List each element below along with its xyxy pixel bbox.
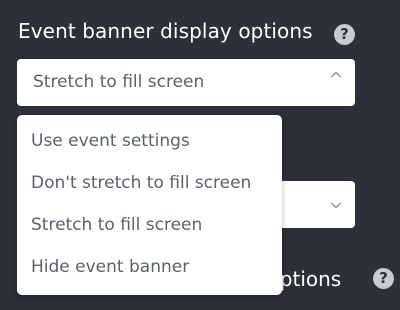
menu-item-stretch[interactable]: Stretch to fill screen: [31, 215, 202, 235]
dropdown-menu: Use event settings Don't stretch to fill…: [17, 115, 282, 295]
menu-item-use-event-settings[interactable]: Use event settings: [31, 131, 190, 151]
help-icon[interactable]: ?: [373, 268, 394, 289]
banner-display-select[interactable]: Stretch to fill screen: [17, 59, 355, 106]
chevron-up-icon: [331, 70, 341, 80]
select-value: Stretch to fill screen: [33, 72, 205, 92]
section-heading: Event banner display options: [18, 19, 313, 43]
help-icon[interactable]: ?: [334, 24, 355, 45]
menu-item-hide-banner[interactable]: Hide event banner: [31, 257, 189, 277]
chevron-down-icon: [331, 200, 341, 210]
menu-item-dont-stretch[interactable]: Don't stretch to fill screen: [31, 173, 251, 193]
